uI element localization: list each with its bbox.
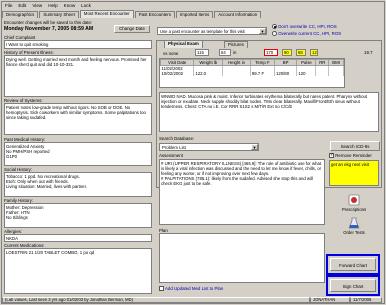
sign-chart-button[interactable]: Sign Chart bbox=[330, 279, 376, 292]
encounter-save-note: Encounter changes will be saved to this … bbox=[4, 20, 93, 25]
order-tests-button[interactable]: Order Tests bbox=[336, 217, 372, 237]
overwrite-current-option[interactable]: Overwrite current CC, HPI, ROS bbox=[272, 31, 342, 37]
hpi-field[interactable]: Dying well. Getting married next month a… bbox=[4, 55, 152, 97]
bmi-value: 19.7 bbox=[364, 50, 373, 55]
template-dropdown-text: Use a past encounter as template for thi… bbox=[160, 28, 245, 34]
tab-account-information[interactable]: Account Information bbox=[214, 11, 262, 18]
height-input[interactable]: 64 bbox=[219, 49, 231, 56]
tab-past-encounters[interactable]: Past Encounters bbox=[134, 11, 175, 18]
chief-complaint-field[interactable]: I Want to quit smoking bbox=[4, 40, 152, 49]
menu-edit[interactable]: Edit bbox=[18, 3, 26, 8]
vitals-table: Visit Date Weight lb Height in Temp F BP Puls… bbox=[159, 58, 345, 88]
dont-overwrite-option[interactable]: Don't overwrite CC, HPI, ROS bbox=[272, 24, 337, 30]
exam-notes-field[interactable]: WNWD NAD. Mucosa pink & moist. Inferior … bbox=[159, 92, 379, 132]
tab-physical-exam[interactable]: Physical Exam bbox=[164, 40, 203, 48]
bp-systolic-input[interactable]: 170 bbox=[264, 49, 278, 56]
vitals-row[interactable]: 10/02/2002 122.0 99.7 F 120/80 120 bbox=[160, 71, 344, 76]
tab-summary-sheet[interactable]: Summary Sheet bbox=[39, 11, 79, 18]
order-tests-label: Order Tests bbox=[343, 230, 365, 235]
status-user: JONATHAN bbox=[310, 297, 350, 303]
pmh-field[interactable]: Generalized Anxiety No PMH/PSH reported … bbox=[4, 142, 152, 166]
vitals-cell bbox=[315, 71, 330, 76]
menu-bar: File Edit View Help Know Lock bbox=[2, 2, 382, 9]
menu-know[interactable]: Know bbox=[64, 3, 76, 8]
forward-chart-highlight: Forward Chart bbox=[326, 254, 380, 275]
encounter-date: Monday November 7, 2005 08:59 AM bbox=[4, 26, 94, 32]
vitals-label: vs none bbox=[163, 51, 179, 56]
dont-overwrite-radio[interactable] bbox=[272, 24, 277, 30]
overwrite-current-radio[interactable] bbox=[272, 31, 277, 37]
status-date: 11/7/2005 bbox=[350, 297, 382, 303]
weight-input[interactable]: 115 bbox=[195, 49, 209, 56]
vitals-cell bbox=[328, 71, 344, 76]
prescription-icon bbox=[348, 194, 360, 206]
remove-reminder-label: Remove Reminder bbox=[335, 153, 372, 158]
rr-input[interactable]: 12 bbox=[310, 49, 318, 56]
forward-chart-button[interactable]: Forward Chart bbox=[330, 258, 376, 271]
search-database-value: Problem List bbox=[162, 144, 186, 150]
status-last-seen: (Lab values, Last seen 3 yrs ago 01/02/0… bbox=[2, 297, 310, 303]
medications-field[interactable]: LOESTRIN 21 1/20 TABLET COMBO, 1 po qd bbox=[4, 248, 152, 294]
reminder-field[interactable]: get an ekg next visit bbox=[329, 160, 379, 186]
remove-reminder-option[interactable]: Remove Reminder bbox=[329, 152, 372, 159]
tab-demographics[interactable]: Demographics bbox=[2, 11, 39, 18]
prescriptions-label: Prescriptions bbox=[341, 207, 367, 212]
vitals-cell: 120 bbox=[296, 71, 317, 76]
flask-icon bbox=[348, 217, 360, 229]
chevron-down-icon[interactable]: ▼ bbox=[251, 144, 258, 150]
search-database-label: Search Database: bbox=[159, 136, 195, 141]
vitals-cell bbox=[222, 71, 251, 76]
add-med-list-checkbox[interactable] bbox=[159, 286, 164, 292]
overwrite-current-label: Overwrite current CC, HPI, ROS bbox=[278, 31, 342, 36]
vitals-cell: 99.7 F bbox=[250, 71, 275, 76]
search-database-dropdown[interactable]: Problem List ▼ bbox=[159, 143, 259, 151]
search-icd9-button[interactable]: Search ICD-9s bbox=[330, 141, 380, 151]
plan-field[interactable] bbox=[159, 233, 325, 283]
dont-overwrite-label: Don't overwrite CC, HPI, ROS bbox=[278, 24, 337, 29]
tab-most-recent-encounter[interactable]: Most Recent Encounter bbox=[79, 10, 134, 18]
main-tabs: Demographics Summary Sheet Most Recent E… bbox=[2, 10, 382, 18]
family-history-field[interactable]: Mother: Depression Father: HTN No Siblin… bbox=[4, 203, 152, 228]
assessment-label: Assessment bbox=[159, 153, 183, 158]
chevron-down-icon[interactable]: ▼ bbox=[259, 28, 266, 34]
status-bar: (Lab values, Last seen 3 yrs ago 01/02/0… bbox=[2, 297, 382, 303]
social-history-field[interactable]: Tobacco: 1 ppd. No recreational drugs. E… bbox=[4, 172, 152, 197]
add-med-list-option[interactable]: Add Updated Med List to Plan bbox=[159, 286, 224, 292]
assessment-field[interactable]: # URI (UPPER RESPIRATORY ILLNESS) [465.9… bbox=[159, 159, 325, 225]
tab-pictures[interactable]: Pictures bbox=[224, 41, 248, 48]
vitals-cell: 122.0 bbox=[193, 71, 224, 76]
sign-chart-highlight: Sign Chart bbox=[326, 275, 380, 296]
menu-help[interactable]: Help bbox=[48, 3, 57, 8]
vitals-cell: 10/02/2002 bbox=[160, 71, 195, 76]
template-dropdown[interactable]: Use a past encounter as template for thi… bbox=[157, 27, 267, 35]
change-date-button[interactable]: Change Date bbox=[114, 25, 150, 33]
tab-imported-items[interactable]: Imported Items bbox=[175, 11, 214, 18]
menu-view[interactable]: View bbox=[32, 3, 42, 8]
vitals-cell: 120/80 bbox=[274, 71, 298, 76]
menu-lock[interactable]: Lock bbox=[81, 3, 91, 8]
bp-diastolic-input[interactable]: 90 bbox=[282, 49, 292, 56]
remove-reminder-checkbox[interactable] bbox=[329, 152, 334, 159]
allergies-field[interactable]: NKDA bbox=[4, 234, 152, 242]
height-unit: in bbox=[233, 50, 237, 55]
pulse-input[interactable]: 88 bbox=[296, 49, 306, 56]
prescriptions-button[interactable]: Prescriptions bbox=[336, 194, 372, 214]
menu-file[interactable]: File bbox=[5, 3, 12, 8]
add-med-list-label: Add Updated Med List to Plan bbox=[164, 286, 224, 291]
ros-field[interactable]: Patient notes low-grade temp without rig… bbox=[4, 103, 152, 135]
